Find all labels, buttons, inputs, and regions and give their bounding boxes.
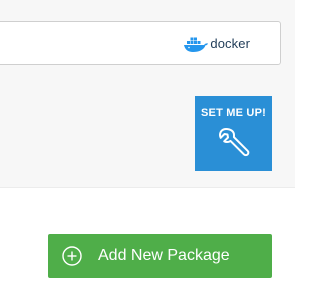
page: docker SET ME UP! Add New Package [0,0,295,300]
repository-panel: docker SET ME UP! [0,0,295,188]
wrench-icon [218,128,249,157]
set-me-up-button[interactable]: SET ME UP! [195,96,272,171]
repository-type-field[interactable]: docker [0,21,281,65]
add-new-package-button[interactable]: Add New Package [48,234,272,278]
docker-logo-text: docker [210,36,250,51]
docker-logo: docker [183,35,250,53]
plus-circle-icon [62,246,82,266]
set-me-up-label: SET ME UP! [201,107,266,119]
docker-whale-icon [184,37,209,52]
add-new-package-label: Add New Package [98,247,230,264]
